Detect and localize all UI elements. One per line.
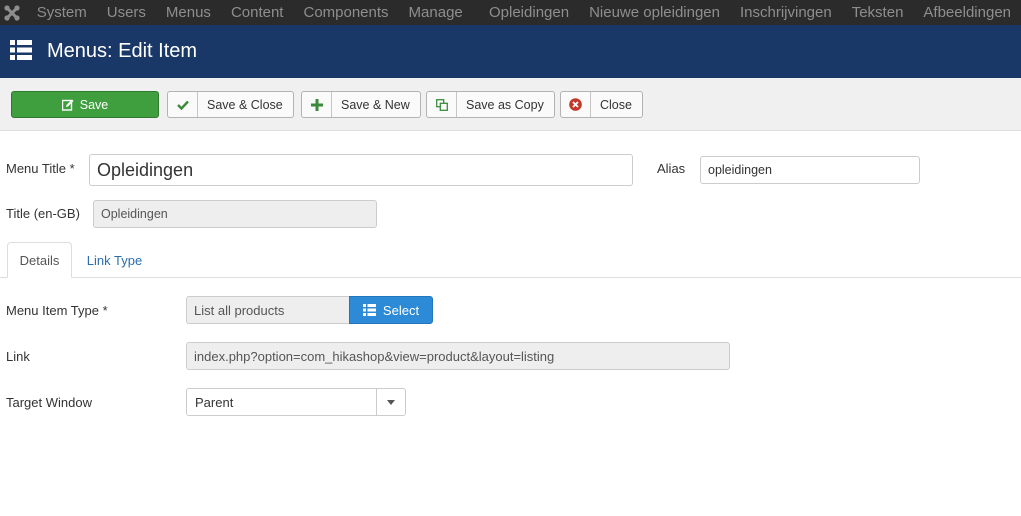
save-close-button[interactable]: Save & Close [167,91,294,118]
menu-item-type-label: Menu Item Type * [6,303,108,318]
nav-opleidingen[interactable]: Opleidingen [479,0,579,25]
save-label: Save [79,97,109,112]
tab-details[interactable]: Details [7,242,72,278]
save-button[interactable]: Save [11,91,159,118]
save-new-button[interactable]: Save & New [301,91,421,118]
menu-item-type-input: List all products [186,296,350,324]
save-new-label: Save & New [341,97,410,112]
copy-icon [427,92,457,117]
toolbar: Save Save & Close Save & New Save as Cop… [0,78,1021,131]
link-input: index.php?option=com_hikashop&view=produ… [186,342,730,370]
target-window-label: Target Window [6,395,92,410]
list-icon [362,304,376,316]
nav-menus[interactable]: Menus [156,0,221,25]
close-icon [561,92,591,117]
close-label: Close [600,97,632,112]
title-en-gb-input: Opleidingen [93,200,377,228]
tab-link-type[interactable]: Link Type [77,242,152,278]
nav-nieuwe-opleidingen[interactable]: Nieuwe opleidingen [579,0,730,25]
target-window-value: Parent [195,394,234,410]
list-icon [10,40,32,63]
target-window-select[interactable]: Parent [186,388,406,416]
nav-components[interactable]: Components [293,0,398,25]
nav-content[interactable]: Content [221,0,294,25]
title-en-gb-label: Title (en-GB) [6,206,80,221]
plus-icon [302,92,332,117]
joomla-logo-icon[interactable] [0,0,24,25]
nav-users[interactable]: Users [97,0,156,25]
nav-afbeeldingen[interactable]: Afbeeldingen [913,0,1021,25]
page-title: Menus: Edit Item [47,40,198,62]
menu-title-input[interactable]: Opleidingen [89,154,633,186]
nav-manage[interactable]: Manage [399,0,473,25]
tabs-divider [0,277,1021,278]
alias-input[interactable]: opleidingen [700,156,920,184]
nav-teksten[interactable]: Teksten [842,0,914,25]
nav-inschrijvingen[interactable]: Inschrijvingen [730,0,842,25]
caret-down-icon [376,389,405,415]
check-icon [168,92,198,117]
menu-title-label: Menu Title * [6,161,75,176]
save-as-copy-button[interactable]: Save as Copy [426,91,555,118]
nav-system[interactable]: System [24,0,97,25]
top-nav-bar: System Users Menus Content Components Ma… [0,0,1021,25]
select-label: Select [382,302,420,318]
select-button[interactable]: Select [349,296,433,324]
alias-label: Alias [657,161,686,176]
link-label: Link [6,349,30,364]
close-button[interactable]: Close [560,91,643,118]
save-as-copy-label: Save as Copy [466,97,544,112]
save-close-label: Save & Close [207,97,283,112]
page-header: Menus: Edit Item [0,25,1021,78]
edit-icon [61,99,74,111]
